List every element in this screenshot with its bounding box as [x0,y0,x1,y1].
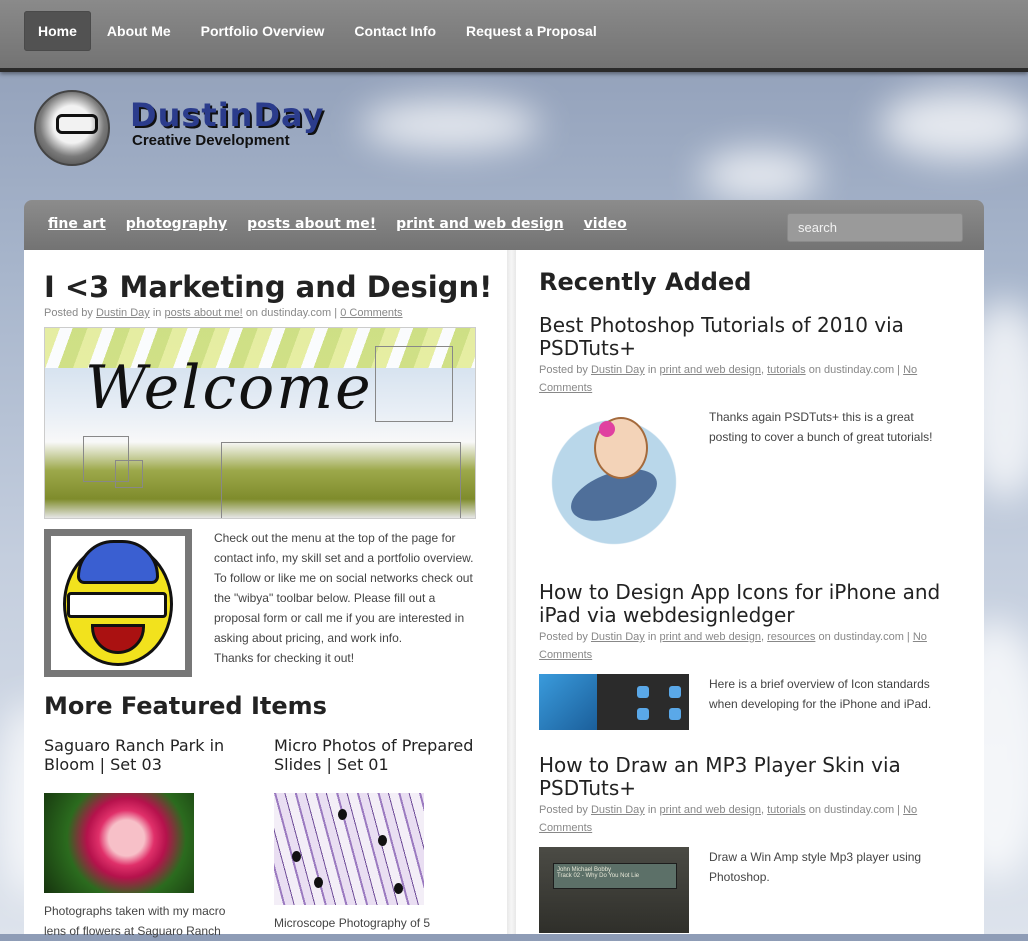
nav-contact-info[interactable]: Contact Info [340,11,450,51]
app-icon-sample [637,686,649,698]
article-title[interactable]: How to Design App Icons for iPhone and i… [539,581,959,627]
top-nav: Home About Me Portfolio Overview Contact… [24,11,613,51]
cartoon-avatar-image[interactable] [44,529,192,677]
app-icons-thumbnail[interactable] [539,674,689,730]
meta-author-link[interactable]: Dustin Day [591,804,645,816]
meta-category-link[interactable]: posts about me! [164,307,242,319]
deco-frame [375,346,453,422]
intro-text: Check out the menu at the top of the pag… [214,528,484,668]
category-print-web-design[interactable]: print and web design [396,216,564,232]
microscope-thumbnail[interactable] [274,793,424,905]
meta-author-link[interactable]: Dustin Day [591,364,645,376]
mp3-line: Track 02 - Why Do You Not Lie [557,873,640,879]
top-navigation-bar: Home About Me Portfolio Overview Contact… [0,0,1028,72]
search-input[interactable] [787,213,963,242]
article-title[interactable]: Best Photoshop Tutorials of 2010 via PSD… [539,314,959,360]
meta-author-link[interactable]: Dustin Day [96,307,150,319]
intro-thanks: Thanks for checking it out! [214,651,355,665]
deco-frame [221,442,461,518]
meta-separator: , [760,631,765,643]
nav-home[interactable]: Home [24,11,91,51]
app-icon-sample [669,686,681,698]
article-meta: Posted by Dustin Day in print and web de… [539,361,949,397]
article-excerpt: Here is a brief overview of Icon standar… [709,677,932,711]
meta-category-link[interactable]: print and web design [659,364,761,376]
meta-site: on dustinday.com | [808,364,901,376]
flower-macro-thumbnail[interactable] [44,793,194,893]
meta-category-link[interactable]: print and web design [659,804,761,816]
avatar-glasses [67,592,167,618]
avatar-inner [51,536,185,670]
meta-in: in [647,364,657,376]
avatar-cap [77,540,159,584]
meta-site: on dustinday.com | [245,307,338,319]
featured-item-title[interactable]: Saguaro Ranch Park in Bloom | Set 03 [44,736,254,774]
welcome-banner-image[interactable]: Welcome [44,327,476,519]
meta-prefix: Posted by [539,364,588,376]
category-nav: fine art photography posts about me! pri… [48,216,627,232]
nav-request-proposal[interactable]: Request a Proposal [452,11,611,51]
article-title[interactable]: How to Draw an MP3 Player Skin via PSDTu… [539,754,959,800]
featured-item-text: Microscope Photography of 5 [274,916,431,930]
main-content: I <3 Marketing and Design! Posted by Dus… [24,250,984,938]
logo-name: DustinDay [130,96,325,134]
meta-category-link[interactable]: print and web design [659,631,761,643]
logo-glasses [56,114,98,134]
mp3-screen-text: John Michael Bobby Track 02 - Why Do You… [557,867,639,879]
category-fine-art[interactable]: fine art [48,216,106,232]
meta-prefix: Posted by [539,631,588,643]
cell-dot [394,883,403,894]
category-photography[interactable]: photography [126,216,227,232]
featured-item-title[interactable]: Micro Photos of Prepared Slides | Set 01 [274,736,484,774]
meta-prefix: Posted by [44,307,93,319]
article-excerpt: Draw a Win Amp style Mp3 player using Ph… [709,850,922,884]
meta-comments-link[interactable]: 0 Comments [340,307,402,319]
welcome-word: Welcome [85,353,373,423]
site-logo[interactable]: DustinDay Creative Development [34,90,334,166]
article-excerpt: Thanks again PSDTuts+ this is a great po… [709,410,933,444]
nav-portfolio-overview[interactable]: Portfolio Overview [187,11,339,51]
article-meta: Posted by Dustin Day in print and web de… [539,628,949,664]
featured-heading: More Featured Items [44,692,327,720]
category-posts-about-me[interactable]: posts about me! [247,216,376,232]
logo-tagline: Creative Development [132,132,290,149]
meta-category-link[interactable]: tutorials [767,364,806,376]
app-icon-sample [637,708,649,720]
meta-author-link[interactable]: Dustin Day [591,631,645,643]
meta-in: in [647,804,657,816]
app-icon-sample [669,708,681,720]
nav-about-me[interactable]: About Me [93,11,185,51]
featured-item-text: Photographs taken with my macro lens of … [44,904,226,938]
hair-flower [599,421,615,437]
cell-dot [314,877,323,888]
category-bar: fine art photography posts about me! pri… [24,200,984,250]
meta-category-link[interactable]: tutorials [767,804,806,816]
cell-dot [292,851,301,862]
meta-category-link[interactable]: resources [767,631,815,643]
intro-paragraph: Check out the menu at the top of the pag… [214,531,474,645]
cell-dot [378,835,387,846]
column-divider [507,250,516,934]
meta-separator: , [760,804,765,816]
post-meta: Posted by Dustin Day in posts about me! … [44,307,403,319]
article-meta: Posted by Dustin Day in print and web de… [539,801,949,837]
logo-portrait [34,90,110,166]
recently-added-heading: Recently Added [539,268,752,296]
category-video[interactable]: video [584,216,627,232]
blue-panel [539,674,597,730]
meta-site: on dustinday.com | [818,631,910,643]
post-title[interactable]: I <3 Marketing and Design! [44,270,492,304]
meta-site: on dustinday.com | [808,804,901,816]
meta-in: in [152,307,162,319]
cell-dot [338,809,347,820]
meta-prefix: Posted by [539,804,588,816]
mp3-player-thumbnail[interactable]: John Michael Bobby Track 02 - Why Do You… [539,847,689,933]
bird-illustration-thumbnail[interactable] [539,407,689,557]
deco-frame [115,460,143,488]
meta-separator: , [760,364,765,376]
meta-in: in [647,631,657,643]
